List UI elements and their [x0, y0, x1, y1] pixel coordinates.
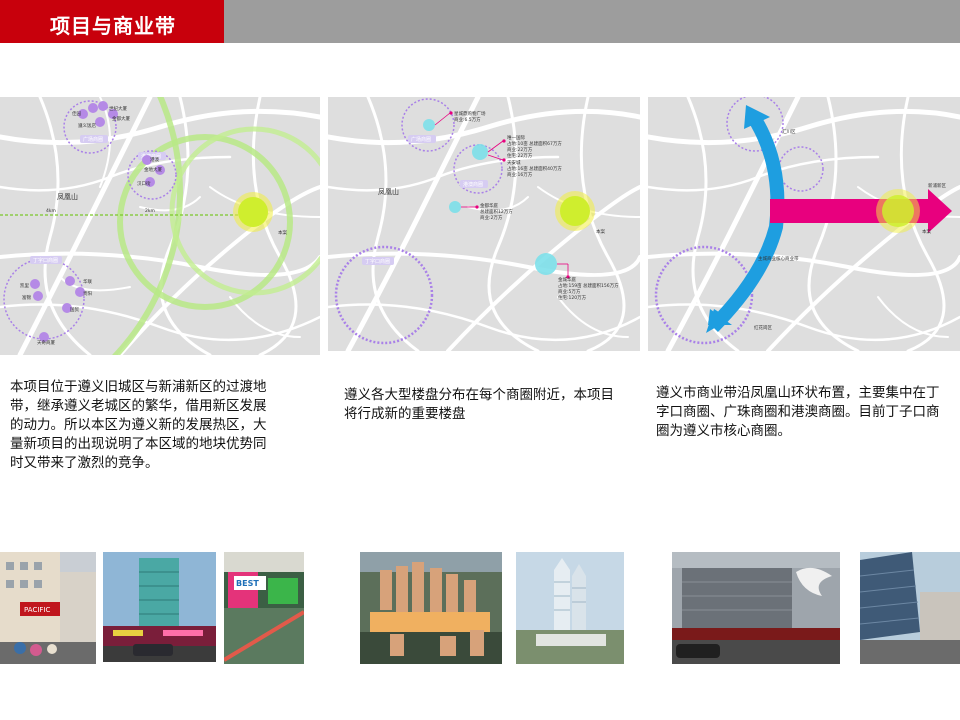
poi-4: 遵义饭店: [78, 122, 96, 129]
project-1-name: 星城鼎购物广场: [454, 110, 486, 117]
map-label-project: 本案: [278, 229, 287, 236]
project-3-area: 占地:16亩 总建面积40万方: [507, 165, 562, 172]
project-4-area: 总建面积12万方: [480, 208, 513, 215]
map-label-project: 本案: [922, 228, 931, 235]
photo-highrise-render: [516, 552, 624, 664]
poi-1: 世纪大厦: [109, 105, 127, 112]
map-label-2km: 2km: [145, 208, 155, 214]
project-5-name: 金城华庭: [558, 276, 576, 283]
poi-8: 凯里: [20, 282, 29, 289]
poi-5: 金地大厦: [144, 166, 162, 173]
map-label-fenghuangshan: 凤凰山: [378, 187, 399, 196]
project-5-area: 占地:159亩 总建面积156万方: [558, 282, 619, 289]
photo-glass-tower: [860, 552, 960, 664]
project-4-name: 金都华庭: [480, 202, 498, 209]
project-2-area: 占地:10亩 总建面积67万方: [507, 140, 562, 147]
map-panel-location: 广场商圈 港澳商圈 丁字口商圈 世纪大厦 金都大厦 佳园 遵义饭店 金地大厦 汉…: [0, 97, 320, 355]
poi-3: 佳园: [72, 110, 81, 117]
photo-shop-street: BEST: [224, 552, 304, 664]
map-commerce-svg: 汇川区 新浦新区 本案 红花岗区 主城商业核心商业带: [648, 97, 960, 351]
map-label-project: 本案: [596, 228, 605, 235]
project-2-name: 唯一国际: [507, 134, 525, 141]
photo-sign-best: BEST: [236, 579, 259, 588]
header-grey-bar: [224, 0, 960, 43]
project-2-residential: 住宅:22万方: [507, 152, 533, 159]
description-projects: 遵义各大型楼盘分布在每个商圈附近，本项目将行成新的重要楼盘: [344, 387, 614, 422]
commercial-core-label: 主城商业核心商业带: [758, 255, 799, 262]
ring-label-c: 丁字口商圈: [33, 257, 58, 264]
photo-sign-text: PACIFIC: [24, 606, 50, 614]
district-xinpu: 新浦新区: [928, 182, 946, 189]
map-panel-projects: 广场商圈 港澳商圈 丁字口商圈 星城鼎购物广场 商业:6.5万方 唯一国际 占地…: [328, 97, 640, 351]
project-3-commercial: 商业:16万方: [507, 171, 533, 178]
photo-mall-facade: [672, 552, 840, 664]
poi-2: 金都大厦: [112, 115, 130, 122]
description-location: 本项目位于遵义旧城区与新浦新区的过渡地带，继承遵义老城区的繁华，借用新区发展的动…: [10, 379, 267, 471]
poi-6: 汉口街: [137, 180, 151, 187]
district-huichuan: 汇川区: [782, 128, 796, 135]
poi-11: 贵阳: [83, 290, 92, 297]
project-4-commercial: 商业:2万方: [480, 214, 503, 221]
poi-10: 华联: [83, 278, 92, 285]
poi-9: 富锦: [22, 294, 31, 301]
poi-12: 国贸: [70, 306, 79, 313]
poi-7: 港澳: [150, 156, 159, 163]
project-3-name: 天安城: [507, 159, 521, 166]
map-projects-svg: 广场商圈 港澳商圈 丁字口商圈 星城鼎购物广场 商业:6.5万方 唯一国际 占地…: [328, 97, 640, 351]
map-label-fenghuangshan: 凤凰山: [57, 192, 78, 201]
map-location-svg: 广场商圈 港澳商圈 丁字口商圈 世纪大厦 金都大厦 佳园 遵义饭店 金地大厦 汉…: [0, 97, 320, 355]
map-panel-commerce: 汇川区 新浦新区 本案 红花岗区 主城商业核心商业带: [648, 97, 960, 351]
title-bar: 项目与商业带: [0, 0, 224, 43]
page-title: 项目与商业带: [50, 14, 176, 38]
project-5-commercial: 商业:5万方: [558, 288, 581, 295]
description-commerce: 遵义市商业带沿凤凰山环状布置，主要集中在丁字口商圈、广珠商圈和港澳商圈。目前丁子…: [656, 385, 940, 439]
map-label-4km: 4km: [46, 208, 56, 214]
photo-tower-night: [103, 552, 216, 662]
ring-label-b: 港澳商圈: [463, 181, 483, 188]
project-5-residential: 住宅:120万方: [558, 294, 587, 301]
ring-label-c: 丁字口商圈: [365, 258, 390, 265]
photo-street-building: PACIFIC: [0, 552, 96, 664]
district-honghuagang: 红花岗区: [754, 324, 772, 331]
project-1-commercial: 商业:6.5万方: [454, 116, 481, 123]
photo-aerial-render: [360, 552, 502, 664]
ring-label-a: 广场商圈: [411, 136, 431, 143]
project-2-commercial: 商业:22万方: [507, 146, 533, 153]
ring-label-a: 广场商圈: [83, 136, 103, 143]
poi-13: 天奇商厦: [37, 339, 55, 346]
